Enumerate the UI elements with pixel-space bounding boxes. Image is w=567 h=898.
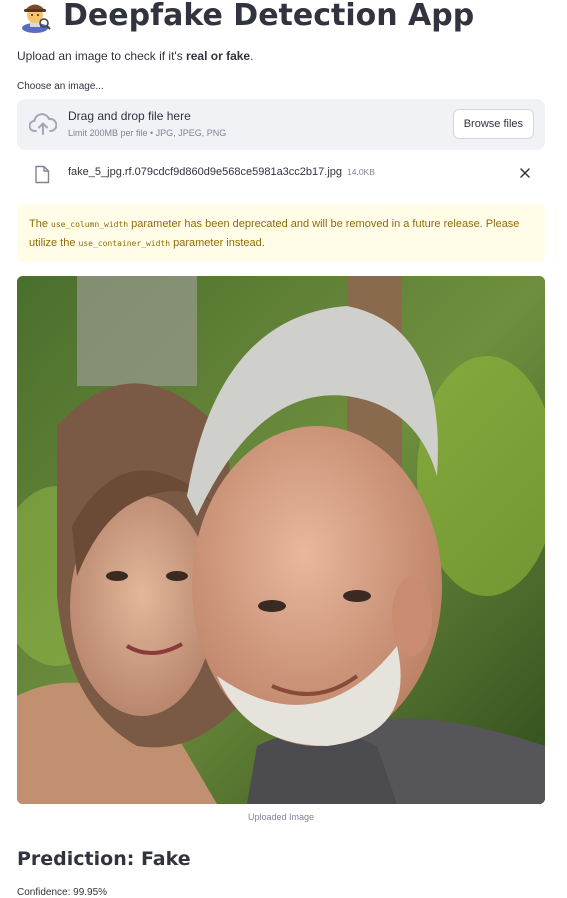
deprecation-warning: The use_column_width parameter has been … bbox=[17, 204, 545, 262]
dropzone-instructions: Drag and drop file here bbox=[68, 109, 191, 123]
warning-code-2: use_container_width bbox=[78, 239, 171, 248]
uploaded-file-name: fake_5_jpg.rf.079cdcf9d860d9e568ce5981a3… bbox=[68, 166, 375, 178]
intro-prefix: Upload an image to check if it's bbox=[17, 49, 187, 63]
confidence-text: Confidence: 99.95% bbox=[17, 887, 108, 898]
intro-suffix: . bbox=[250, 49, 254, 63]
image-caption: Uploaded Image bbox=[247, 812, 315, 822]
cloud-upload-icon bbox=[29, 113, 57, 135]
file-size: 14.0KB bbox=[347, 167, 375, 177]
uploaded-file-row: fake_5_jpg.rf.079cdcf9d860d9e568ce5981a3… bbox=[17, 160, 545, 188]
browse-files-button[interactable]: Browse files bbox=[452, 109, 534, 139]
close-icon[interactable] bbox=[519, 167, 531, 179]
detective-emoji-icon bbox=[22, 4, 51, 33]
dropzone-limit-text: Limit 200MB per file • JPG, JPEG, PNG bbox=[68, 128, 227, 138]
uploader-label: Choose an image... bbox=[17, 81, 104, 92]
warning-code-1: use_column_width bbox=[51, 220, 129, 229]
uploaded-image bbox=[17, 276, 545, 804]
intro-text: Upload an image to check if it's real or… bbox=[17, 49, 253, 63]
file-dropzone[interactable]: Drag and drop file here Limit 200MB per … bbox=[17, 99, 545, 150]
intro-emphasis: real or fake bbox=[186, 49, 251, 63]
app-title: Deepfake Detection App bbox=[17, 0, 474, 36]
warning-text-3: parameter instead. bbox=[170, 237, 265, 249]
warning-text-1: The bbox=[29, 218, 52, 230]
app-title-text: Deepfake Detection App bbox=[63, 0, 475, 33]
file-icon bbox=[35, 165, 50, 184]
uploaded-photo bbox=[17, 276, 545, 804]
prediction-heading: Prediction: Fake bbox=[17, 848, 191, 870]
file-name-text: fake_5_jpg.rf.079cdcf9d860d9e568ce5981a3… bbox=[68, 166, 343, 178]
